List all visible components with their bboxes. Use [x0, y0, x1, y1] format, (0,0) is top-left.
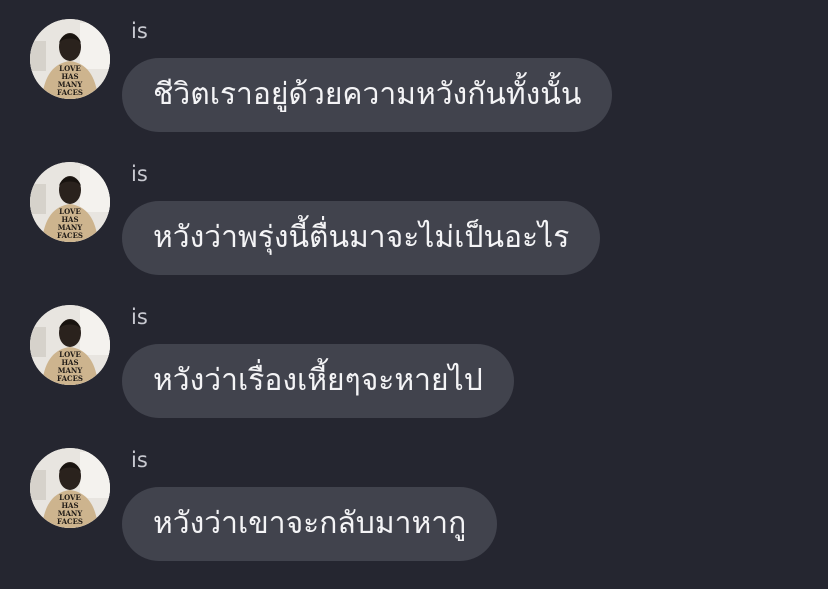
avatar[interactable]: LOVE HAS MANY FACES: [30, 305, 110, 385]
profile-photo-icon: LOVE HAS MANY FACES: [30, 448, 110, 528]
sender-name: is: [131, 162, 148, 186]
avatar[interactable]: LOVE HAS MANY FACES: [30, 19, 110, 99]
svg-text:FACES: FACES: [57, 231, 83, 240]
sender-name: is: [131, 19, 148, 43]
svg-text:FACES: FACES: [57, 517, 83, 526]
svg-text:FACES: FACES: [57, 88, 83, 97]
message-row: LOVE HAS MANY FACES is ชีวิตเราอยู่ด้วยค…: [0, 0, 828, 140]
message-bubble[interactable]: หวังว่าพรุ่งนี้ตื่นมาจะไม่เป็นอะไร: [122, 201, 601, 275]
profile-photo-icon: LOVE HAS MANY FACES: [30, 19, 110, 99]
svg-text:FACES: FACES: [57, 374, 83, 383]
profile-photo-icon: LOVE HAS MANY FACES: [30, 305, 110, 385]
message-row: LOVE HAS MANY FACES is หวังว่าเขาจะกลับม…: [0, 429, 828, 569]
sender-name: is: [131, 305, 148, 329]
chat-thread: LOVE HAS MANY FACES is ชีวิตเราอยู่ด้วยค…: [0, 0, 828, 589]
message-bubble[interactable]: ชีวิตเราอยู่ด้วยความหวังกันทั้งนั้น: [122, 58, 613, 132]
message-bubble[interactable]: หวังว่าเรื่องเหี้ยๆจะหายไป: [122, 344, 514, 418]
avatar[interactable]: LOVE HAS MANY FACES: [30, 162, 110, 242]
message-row: LOVE HAS MANY FACES is หวังว่าพรุ่งนี้ตื…: [0, 143, 828, 283]
message-row: LOVE HAS MANY FACES is หวังว่าเรื่องเหี้…: [0, 286, 828, 426]
profile-photo-icon: LOVE HAS MANY FACES: [30, 162, 110, 242]
sender-name: is: [131, 448, 148, 472]
message-bubble[interactable]: หวังว่าเขาจะกลับมาหากู: [122, 487, 498, 561]
avatar[interactable]: LOVE HAS MANY FACES: [30, 448, 110, 528]
